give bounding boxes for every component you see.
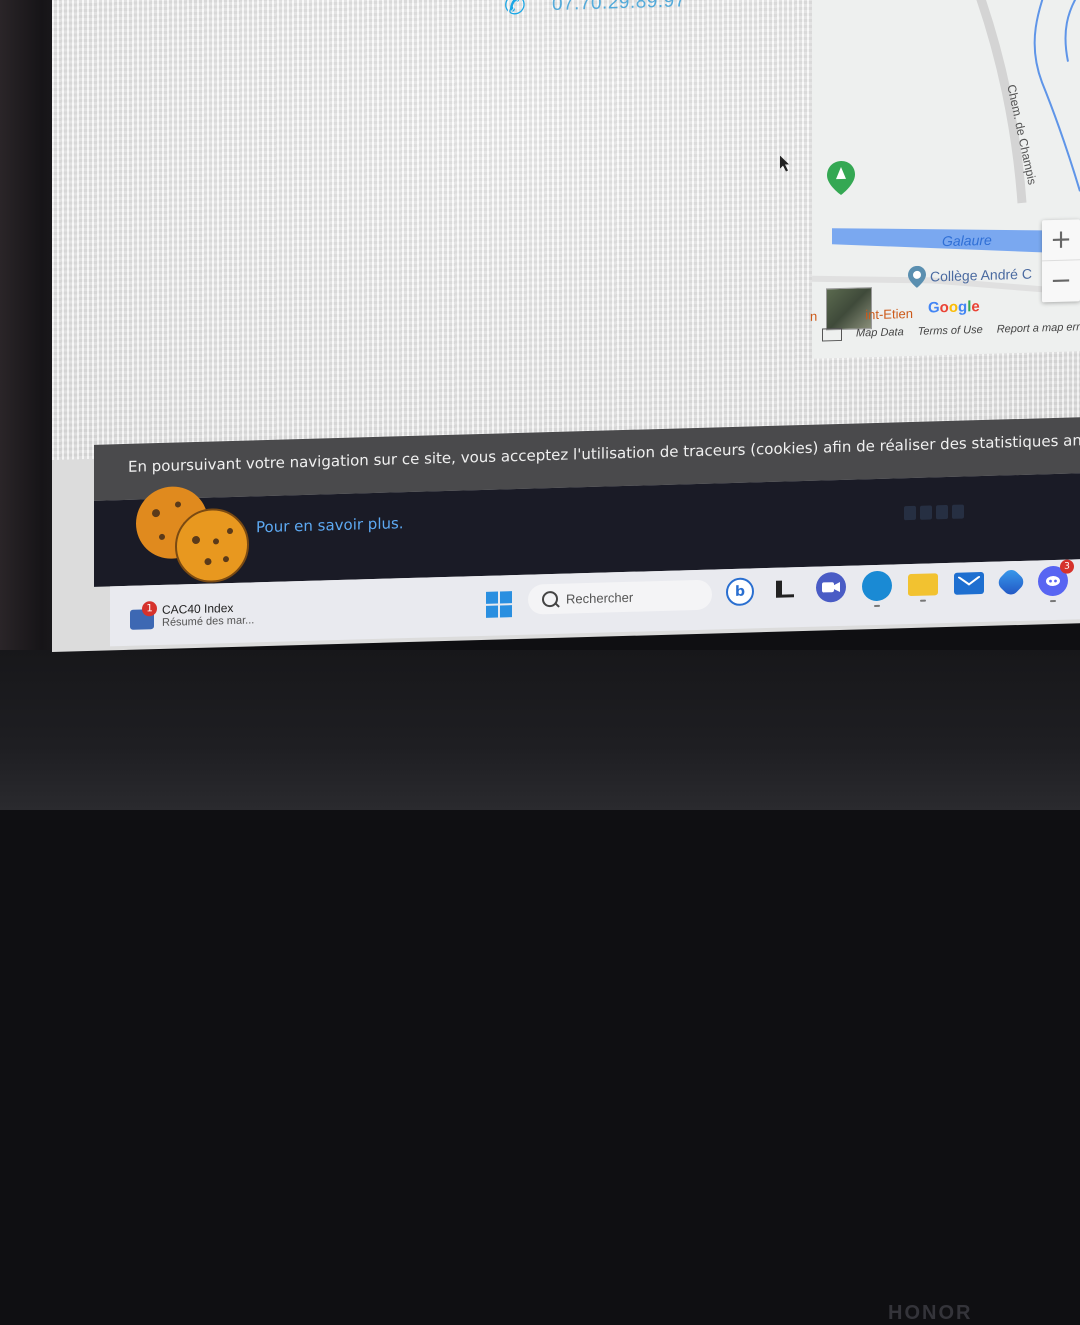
laptop-bezel-bottom: HONOR	[0, 650, 1080, 1324]
laptop-brand-logo: HONOR	[888, 1302, 973, 1324]
active-indicator	[920, 599, 926, 602]
report-error-link[interactable]: Report a map erro	[997, 321, 1080, 336]
windows-logo-pane	[486, 605, 498, 618]
news-subtitle: Résumé des mar...	[162, 614, 255, 629]
edge-icon[interactable]	[862, 570, 892, 608]
bing-icon[interactable]: b	[726, 577, 754, 607]
zoom-in-button[interactable]: +	[1042, 219, 1080, 262]
discord-badge: 3	[1060, 559, 1074, 574]
terminal-icon[interactable]	[770, 573, 800, 604]
search-placeholder: Rechercher	[566, 589, 634, 607]
map-data-link[interactable]: Map Data	[856, 326, 904, 340]
pinned-apps: b 3	[726, 559, 1074, 608]
discord-icon[interactable]: 3	[1038, 559, 1074, 603]
place-label: n int-Etien	[810, 306, 913, 324]
windows-logo-pane	[500, 591, 512, 604]
web-page: ✆ 07.70.29.89.97 Chem. de Champis Galaur…	[52, 0, 1080, 460]
news-widget[interactable]: 1 CAC40 Index Résumé des mar...	[130, 600, 255, 630]
mouse-cursor-icon	[780, 155, 789, 172]
phone-icon: ✆	[504, 0, 526, 22]
poi-college[interactable]: Collège André C	[908, 263, 1032, 288]
windows-logo-pane	[500, 605, 512, 618]
start-button[interactable]	[486, 591, 512, 618]
zoom-out-button[interactable]: −	[1042, 260, 1080, 301]
poi-label: Collège André C	[930, 265, 1032, 285]
keyboard-shortcuts-icon[interactable]	[822, 327, 842, 342]
learn-more-link[interactable]: Pour en savoir plus.	[256, 514, 404, 536]
teams-icon[interactable]	[816, 571, 846, 603]
park-marker-icon[interactable]	[827, 160, 855, 196]
place-label-prefix: n	[810, 308, 818, 324]
map-zoom-controls: + −	[1042, 219, 1080, 303]
user-icon[interactable]	[920, 505, 932, 520]
copilot-icon[interactable]	[995, 566, 1027, 598]
file-explorer-icon[interactable]	[908, 573, 938, 602]
windows-logo-pane	[486, 591, 498, 604]
search-icon	[542, 590, 558, 608]
screen: ✆ 07.70.29.89.97 Chem. de Champis Galaur…	[52, 0, 1080, 653]
river-label: Galaure	[942, 231, 992, 250]
taskbar-search[interactable]: Rechercher	[528, 579, 712, 615]
google-logo: Google	[928, 298, 980, 317]
active-indicator	[1050, 599, 1056, 603]
linkedin-icon[interactable]	[952, 504, 964, 519]
school-pin-icon	[908, 265, 926, 288]
news-widget-icon: 1	[130, 601, 157, 630]
terms-link[interactable]: Terms of Use	[918, 324, 983, 339]
news-badge: 1	[142, 601, 157, 617]
active-indicator	[874, 604, 880, 608]
contact-phone[interactable]: ✆ 07.70.29.89.97	[504, 0, 686, 21]
instagram-icon[interactable]	[936, 504, 948, 520]
phone-number[interactable]: 07.70.29.89.97	[552, 0, 686, 16]
place-label-text: int-Etien	[865, 305, 913, 323]
cookie-icon	[136, 486, 249, 583]
facebook-icon[interactable]	[904, 505, 916, 521]
social-links	[904, 504, 964, 521]
mail-icon[interactable]	[954, 571, 984, 595]
